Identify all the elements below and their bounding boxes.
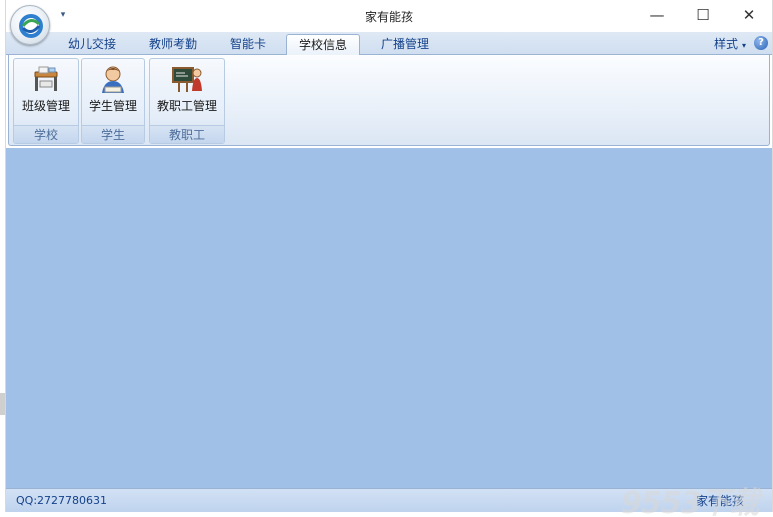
app-menu-button[interactable] — [10, 5, 50, 45]
style-menu-label: 样式 — [713, 37, 738, 51]
class-management-button[interactable]: 班级管理 — [14, 59, 78, 123]
teacher-blackboard-icon — [170, 63, 204, 97]
help-icon[interactable]: ? — [754, 36, 768, 50]
status-qq-contact: QQ:2727780631 — [16, 494, 108, 507]
group-caption-student: 学生 — [82, 125, 144, 143]
chevron-down-icon: ▾ — [741, 41, 746, 50]
title-bar: ▾ 家有能孩 — ☐ ✕ — [6, 0, 772, 45]
staff-management-label: 教职工管理 — [156, 99, 217, 113]
maximize-button[interactable]: ☐ — [680, 0, 726, 30]
mdi-workspace — [6, 148, 772, 488]
app-window: ▾ 家有能孩 — ☐ ✕ 幼儿交接 教师考勤 智能卡 学校信息 广播管理 样式 ▾… — [5, 0, 773, 512]
ribbon-group-school: 班级管理 学校 — [13, 58, 79, 144]
class-management-label: 班级管理 — [21, 99, 70, 113]
minimize-button[interactable]: — — [634, 0, 680, 30]
watermark-text: 9553下载 — [621, 486, 759, 517]
staff-management-button[interactable]: 教职工管理 — [150, 59, 224, 123]
tab-smart-card[interactable]: 智能卡 — [218, 34, 278, 55]
site-watermark: 9553下载 — [621, 478, 771, 517]
school-desk-icon — [29, 63, 63, 97]
group-caption-staff: 教职工 — [150, 125, 224, 143]
student-icon — [96, 63, 130, 97]
tab-school-info[interactable]: 学校信息 — [286, 34, 361, 56]
ribbon-tab-bar: 幼儿交接 教师考勤 智能卡 学校信息 广播管理 样式 ▾ ? — [6, 32, 772, 56]
student-management-button[interactable]: 学生管理 — [82, 59, 144, 123]
ribbon-group-staff: 教职工管理 教职工 — [149, 58, 225, 144]
group-caption-school: 学校 — [14, 125, 78, 143]
student-management-label: 学生管理 — [88, 99, 137, 113]
tab-teacher-attendance[interactable]: 教师考勤 — [137, 34, 209, 55]
tab-child-handover[interactable]: 幼儿交接 — [56, 34, 128, 55]
ribbon-group-student: 学生管理 学生 — [81, 58, 145, 144]
ribbon-panel: 班级管理 学校 学生管理 学生 教职工管理 教职工 — [8, 55, 770, 146]
tab-broadcast[interactable]: 广播管理 — [369, 34, 441, 55]
close-button[interactable]: ✕ — [726, 0, 772, 30]
style-menu[interactable]: 样式 ▾ — [714, 35, 746, 52]
